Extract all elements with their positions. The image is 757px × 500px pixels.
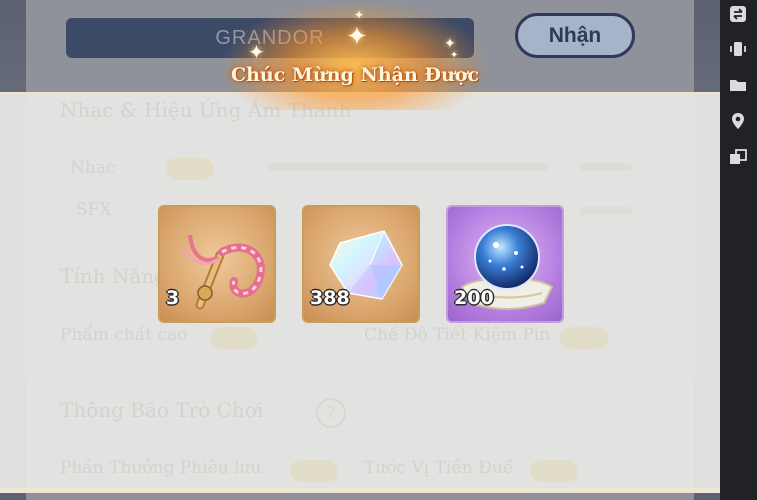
folder-icon[interactable] (728, 75, 748, 95)
sparkle-icon: ✦ (450, 50, 459, 61)
guild-war-toggle[interactable] (530, 460, 578, 482)
reward-item-orb[interactable]: 200 (446, 205, 564, 323)
windows-icon[interactable] (728, 147, 748, 167)
reward-title: Chúc Mừng Nhận Được (230, 64, 480, 86)
music-toggle[interactable] (166, 158, 214, 180)
reward-item-crystal[interactable]: 388 (302, 205, 420, 323)
location-pin-icon[interactable] (728, 111, 748, 131)
reward-quantity: 388 (310, 287, 350, 309)
sfx-slider[interactable] (580, 207, 632, 215)
sparkle-icon: ✦ (248, 40, 265, 64)
adventure-reward-label: Phần Thưởng Phiêu lưu (60, 458, 262, 478)
sparkle-icon: ✦ (354, 8, 365, 22)
notifications-section-title: Thông Báo Trò Chơi (60, 398, 264, 422)
reward-quantity: 200 (454, 287, 494, 309)
music-slider-tail (580, 163, 632, 171)
swap-icon[interactable] (728, 4, 748, 24)
help-icon[interactable]: ? (316, 398, 346, 428)
high-quality-toggle[interactable] (210, 327, 258, 349)
overlay-bottom-border (0, 488, 720, 493)
music-label: Nhạc (70, 158, 116, 178)
guild-war-label: Tước Vị Tiền Đuế (364, 458, 514, 478)
music-slider[interactable] (268, 163, 548, 171)
sparkle-icon: ✦ (346, 22, 368, 52)
adventure-reward-toggle[interactable] (290, 460, 338, 482)
reward-quantity: 3 (166, 287, 180, 309)
high-quality-label: Phẩm chất cao (60, 325, 188, 345)
features-section-title: Tính Năng (60, 264, 167, 288)
battery-saver-toggle[interactable] (560, 327, 608, 349)
reward-item-staff[interactable]: 3 (158, 205, 276, 323)
receive-button[interactable]: Nhận (515, 13, 635, 58)
sfx-label: SFX (76, 200, 112, 220)
phone-vibrate-icon[interactable] (728, 39, 748, 59)
battery-saver-label: Chế Độ Tiết Kiệm Pin (364, 325, 551, 345)
